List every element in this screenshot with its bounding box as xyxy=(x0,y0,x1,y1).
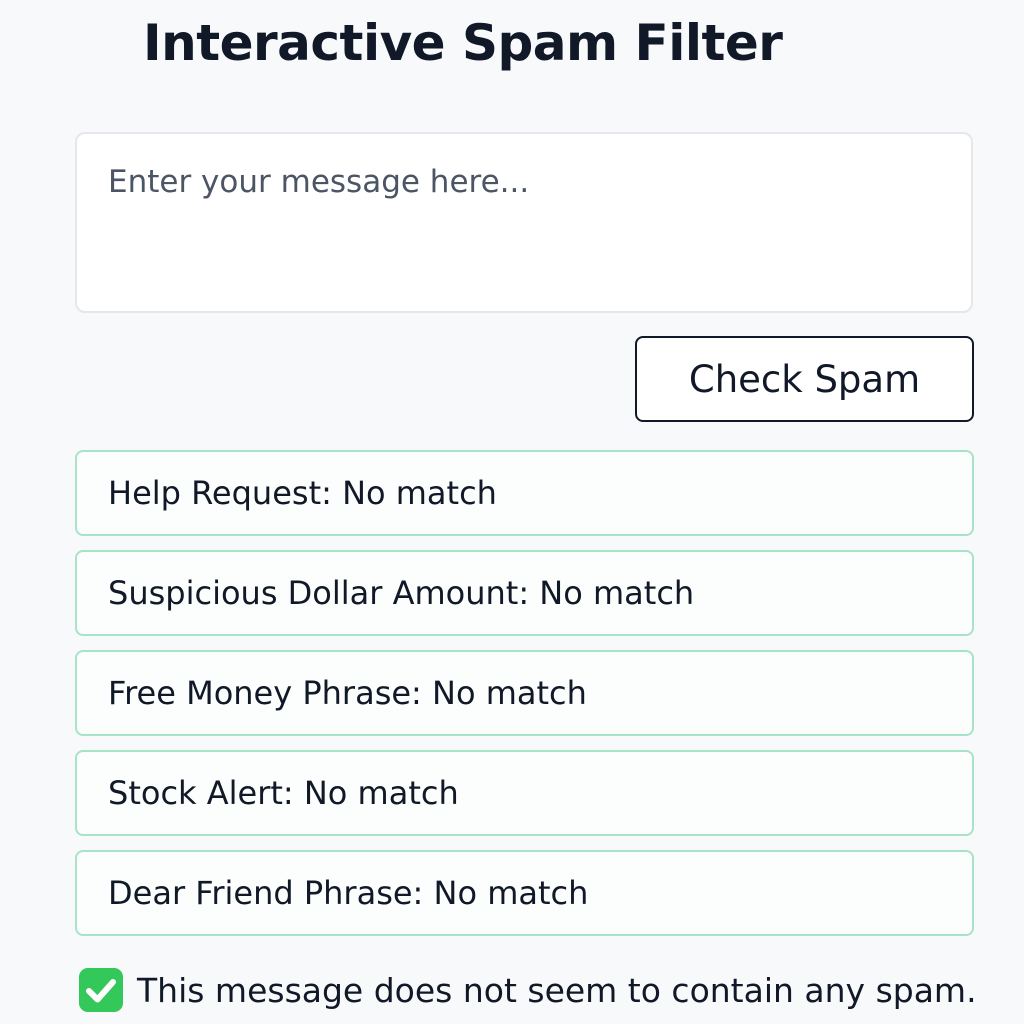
result-suspicious-dollar-amount: Suspicious Dollar Amount: No match xyxy=(75,550,974,636)
spam-filter-page: Interactive Spam Filter Check Spam Help … xyxy=(0,0,1024,1024)
result-stock-alert: Stock Alert: No match xyxy=(75,750,974,836)
message-input[interactable] xyxy=(75,132,973,313)
check-spam-button[interactable]: Check Spam xyxy=(635,336,974,422)
verdict-text: This message does not seem to contain an… xyxy=(137,970,977,1010)
result-text: Stock Alert: No match xyxy=(108,774,459,812)
check-mark-icon xyxy=(77,966,125,1014)
results-list: Help Request: No match Suspicious Dollar… xyxy=(75,450,974,950)
result-text: Dear Friend Phrase: No match xyxy=(108,874,589,912)
result-free-money-phrase: Free Money Phrase: No match xyxy=(75,650,974,736)
result-text: Suspicious Dollar Amount: No match xyxy=(108,574,695,612)
spam-verdict: This message does not seem to contain an… xyxy=(77,966,977,1014)
result-help-request: Help Request: No match xyxy=(75,450,974,536)
result-text: Free Money Phrase: No match xyxy=(108,674,587,712)
result-text: Help Request: No match xyxy=(108,474,497,512)
result-dear-friend-phrase: Dear Friend Phrase: No match xyxy=(75,850,974,936)
page-title: Interactive Spam Filter xyxy=(143,14,783,72)
